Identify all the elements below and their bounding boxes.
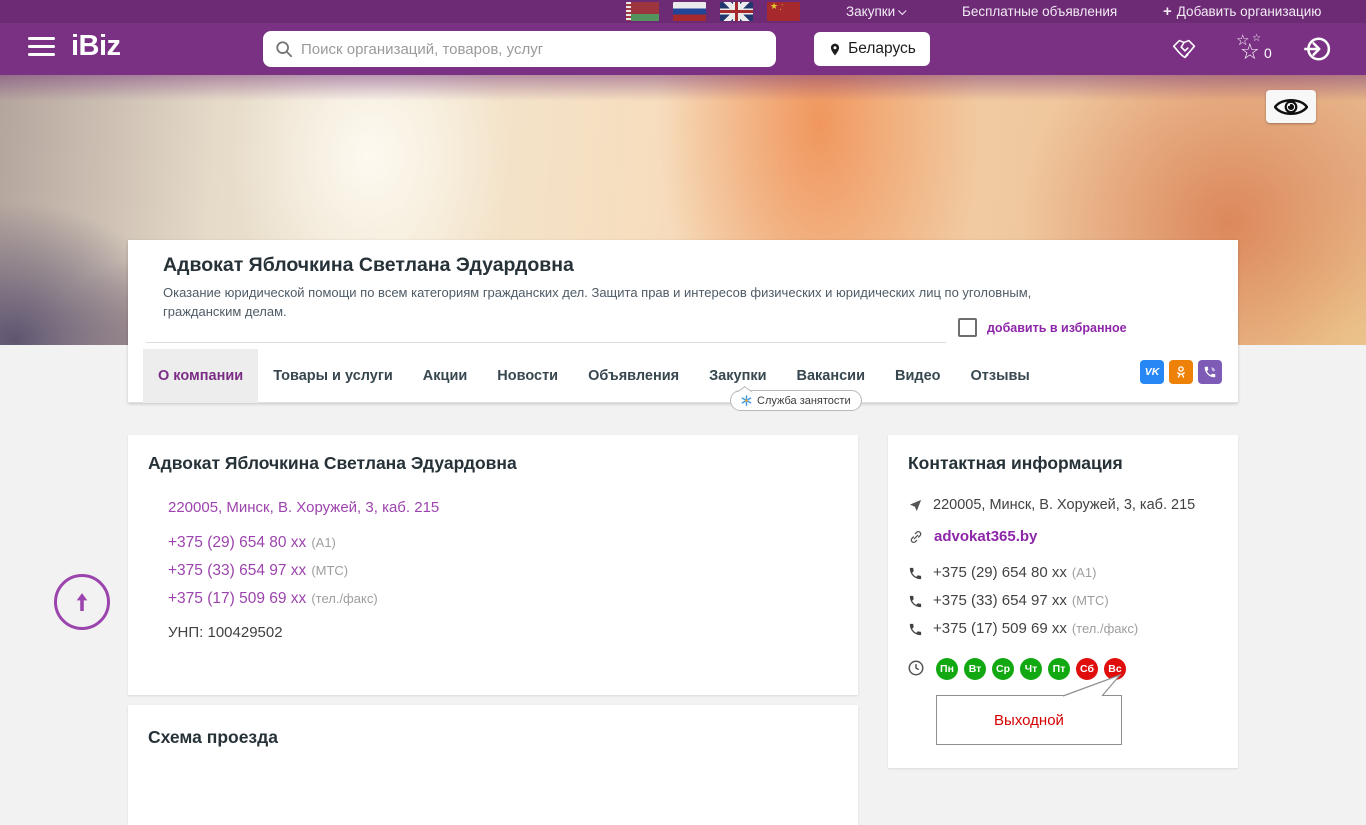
contact-address-row: 220005, Минск, В. Хоружей, 3, каб. 215 <box>908 497 1195 513</box>
flag-china-icon[interactable] <box>767 2 800 21</box>
contact-phone[interactable]: +375 (17) 509 69 xx <box>933 620 1067 637</box>
topbar: Закупки Бесплатные объявления +Добавить … <box>0 0 1366 23</box>
country-label: Беларусь <box>848 40 916 57</box>
procurement-menu[interactable]: Закупки <box>846 4 907 19</box>
eye-icon <box>1274 98 1308 115</box>
navigation-arrow-icon <box>909 499 922 511</box>
day-badge[interactable]: Чт <box>1020 658 1042 680</box>
country-button[interactable]: Беларусь <box>814 32 930 66</box>
vacancies-tooltip: Служба занятости <box>730 390 862 411</box>
phone-note: (А1) <box>1071 565 1097 580</box>
favorites-count: 0 <box>1264 45 1272 61</box>
favorite-toggle[interactable]: добавить в избранное <box>958 318 1127 337</box>
flag-uk-icon[interactable] <box>720 2 753 21</box>
odnoklassniki-icon <box>1177 366 1185 378</box>
map-card: Схема проезда <box>128 705 858 825</box>
tab-about[interactable]: О компании <box>143 349 259 403</box>
company-header-card: Адвокат Яблочкина Светлана Эдуардовна Ок… <box>128 240 1238 403</box>
ok-button[interactable] <box>1169 360 1193 384</box>
logo[interactable]: iBiz <box>71 30 121 63</box>
link-icon <box>910 530 922 543</box>
contact-website-row: advokat365.by <box>908 528 1037 545</box>
contact-phone[interactable]: +375 (33) 654 97 xx <box>933 592 1067 609</box>
header: iBiz Беларусь ☆ ☆ ☆ 0 <box>0 23 1366 75</box>
phone-link[interactable]: +375 (17) 509 69 xx <box>168 590 306 607</box>
phone-note: (тел./факс) <box>311 591 378 606</box>
contact-card: Контактная информация 220005, Минск, В. … <box>888 435 1238 768</box>
tab-news[interactable]: Новости <box>482 349 573 403</box>
search-icon <box>276 41 293 58</box>
day-badge[interactable]: Ср <box>992 658 1014 680</box>
employment-service-icon <box>741 395 752 406</box>
about-card: Адвокат Яблочкина Светлана Эдуардовна 22… <box>128 435 858 695</box>
search-box <box>263 31 776 67</box>
contact-phone-row: +375 (33) 654 97 xx (МТС) <box>908 592 1109 610</box>
phone-note: (А1) <box>311 535 336 550</box>
address-link[interactable]: 220005, Минск, В. Хоружей, 3, каб. 215 <box>168 499 439 516</box>
day-badge[interactable]: Пн <box>936 658 958 680</box>
social-buttons: VK <box>1140 360 1222 384</box>
unp-value: УНП: 100429502 <box>168 624 283 641</box>
chevron-down-icon <box>898 6 907 16</box>
favorite-checkbox[interactable] <box>958 318 977 337</box>
phone-note: (МТС) <box>1071 593 1109 608</box>
favorite-label[interactable]: добавить в избранное <box>987 321 1127 335</box>
handshake-icon <box>1172 39 1196 59</box>
location-pin-icon <box>831 43 840 55</box>
contact-phone[interactable]: +375 (29) 654 80 xx <box>933 564 1067 581</box>
partners-button[interactable] <box>1168 34 1202 64</box>
contact-phone-row: +375 (29) 654 80 xx (А1) <box>908 564 1096 582</box>
tab-video[interactable]: Видео <box>880 349 956 403</box>
phone-link[interactable]: +375 (33) 654 97 xx <box>168 562 306 579</box>
arrow-up-icon <box>76 593 88 611</box>
vacancies-tooltip-label: Служба занятости <box>757 394 851 407</box>
language-flags <box>626 2 800 21</box>
hamburger-menu-icon[interactable] <box>28 37 55 40</box>
phone-row: +375 (33) 654 97 xx (МТС) <box>168 562 348 580</box>
day-off-tooltip-tail <box>1062 674 1122 697</box>
tab-products[interactable]: Товары и услуги <box>258 349 408 403</box>
stars-icon: ☆ ☆ ☆ 0 <box>1236 32 1272 64</box>
tab-reviews[interactable]: Отзывы <box>956 349 1045 403</box>
login-icon <box>1304 37 1331 61</box>
phone-icon <box>909 595 922 607</box>
free-ads-link[interactable]: Бесплатные объявления <box>962 4 1117 19</box>
contact-card-title: Контактная информация <box>908 453 1123 473</box>
day-off-tooltip: Выходной <box>936 695 1122 745</box>
favorites-button[interactable]: ☆ ☆ ☆ 0 <box>1236 32 1272 65</box>
phone-link[interactable]: +375 (29) 654 80 xx <box>168 534 306 551</box>
divider <box>146 342 946 343</box>
search-input[interactable] <box>301 40 764 58</box>
tab-promos[interactable]: Акции <box>408 349 482 403</box>
vk-button[interactable]: VK <box>1140 360 1164 384</box>
day-badge[interactable]: Вт <box>964 658 986 680</box>
add-organization-link[interactable]: + Добавить организацию <box>1163 3 1321 20</box>
phone-row: +375 (29) 654 80 xx (А1) <box>168 534 336 552</box>
views-badge[interactable] <box>1266 90 1316 123</box>
flag-russia-icon[interactable] <box>673 2 706 21</box>
contact-phone-row: +375 (17) 509 69 xx (тел./факс) <box>908 620 1138 638</box>
about-card-title: Адвокат Яблочкина Светлана Эдуардовна <box>148 453 517 473</box>
clock-icon <box>908 660 924 676</box>
phone-icon <box>909 623 922 635</box>
phone-icon <box>909 567 922 579</box>
vk-icon: VK <box>1144 366 1160 378</box>
flag-belarus-icon[interactable] <box>626 2 659 21</box>
phone-note: (МТС) <box>311 563 349 578</box>
viber-button[interactable] <box>1198 360 1222 384</box>
login-button[interactable] <box>1303 34 1333 64</box>
company-tabs: О компании Товары и услуги Акции Новости… <box>143 349 1045 403</box>
phone-note: (тел./факс) <box>1071 621 1139 636</box>
contact-address: 220005, Минск, В. Хоружей, 3, каб. 215 <box>933 497 1196 513</box>
viber-icon <box>1204 366 1216 378</box>
map-card-title: Схема проезда <box>148 727 278 747</box>
phone-row: +375 (17) 509 69 xx (тел./факс) <box>168 590 378 608</box>
scroll-top-button[interactable] <box>54 574 110 630</box>
website-link[interactable]: advokat365.by <box>934 528 1037 545</box>
tab-ads[interactable]: Объявления <box>573 349 694 403</box>
plus-icon: + <box>1163 3 1172 20</box>
company-description: Оказание юридической помощи по всем кате… <box>163 285 1032 319</box>
page-title: Адвокат Яблочкина Светлана Эдуардовна <box>163 254 574 276</box>
